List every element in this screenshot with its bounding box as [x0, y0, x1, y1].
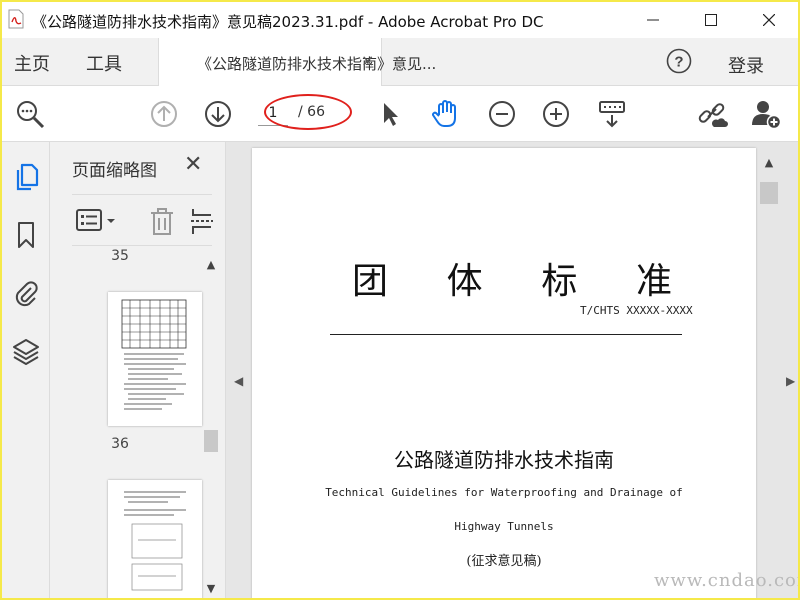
link-cloud-icon: [698, 103, 728, 127]
layers-button[interactable]: [12, 336, 40, 366]
document-scroll-thumb[interactable]: [760, 182, 778, 204]
svg-text:?: ?: [674, 54, 683, 71]
select-tool-button[interactable]: [374, 98, 406, 130]
keyboard-down-icon: [599, 101, 625, 128]
previous-page-button[interactable]: [148, 98, 180, 130]
arrow-up-circle-icon: [151, 101, 177, 127]
thumbnail-page-number: 35: [111, 248, 129, 264]
highlight-ellipse: [264, 94, 352, 130]
zoom-out-button[interactable]: [486, 98, 518, 130]
collapse-left-panel-icon[interactable]: ◀: [234, 374, 243, 388]
menu-home[interactable]: 主页: [14, 50, 50, 76]
standard-title-char: 体: [446, 261, 483, 302]
page-thumbnails-button[interactable]: [12, 162, 40, 192]
add-user-button[interactable]: [750, 98, 782, 130]
bookmarks-button[interactable]: [12, 220, 40, 250]
menu-bar: 主页 工具 《公路隧道防排水技术指南》意见... × ? 登录: [2, 38, 798, 86]
doc-scroll-up-arrow-icon[interactable]: ▲: [762, 156, 776, 170]
document-title-en-line2: Highway Tunnels: [454, 520, 554, 533]
trash-icon[interactable]: [148, 207, 176, 237]
minimize-icon: [647, 19, 659, 21]
standard-title-char: 准: [635, 261, 672, 302]
layers-icon: [13, 339, 39, 365]
thumbnails-panel-title: 页面缩略图: [72, 161, 157, 181]
standard-title-char: 标: [541, 261, 578, 302]
thumbnails-scroll-thumb[interactable]: [204, 430, 218, 452]
hand-icon: [432, 100, 456, 127]
thumbnail-content: [121, 299, 187, 410]
window-title: 《公路隧道防排水技术指南》意见稿2023.31.pdf - Adobe Acro…: [32, 13, 544, 31]
login-button[interactable]: 登录: [728, 52, 764, 78]
copy-pages-icon: [16, 163, 39, 191]
maximize-button[interactable]: [688, 2, 734, 38]
thumbnail-page-36[interactable]: [108, 292, 202, 426]
divider-line: [330, 334, 682, 335]
share-link-button[interactable]: [696, 98, 728, 130]
insert-page-icon[interactable]: [190, 207, 214, 237]
document-tab-close-button[interactable]: ×: [361, 51, 374, 70]
thumbnails-scrollbar[interactable]: ▲ ▼: [202, 254, 220, 596]
page-display-button[interactable]: [596, 98, 628, 130]
zoom-search-button[interactable]: [14, 98, 46, 130]
acrobat-pdf-icon: [8, 9, 24, 29]
left-tool-rail: [2, 142, 50, 598]
standard-title: 团 体 标 准: [352, 252, 672, 304]
close-window-button[interactable]: [746, 2, 792, 38]
acrobat-window: 《公路隧道防排水技术指南》意见稿2023.31.pdf - Adobe Acro…: [2, 2, 798, 598]
thumbnails-panel: 页面缩略图 ✕ 35 36 ▲ ▼: [50, 142, 226, 598]
add-user-icon: [752, 101, 782, 130]
thumbnail-options-icon[interactable]: [76, 209, 120, 233]
attachments-button[interactable]: [12, 278, 40, 308]
help-icon[interactable]: ?: [666, 48, 692, 74]
hand-tool-button[interactable]: [430, 98, 462, 130]
next-page-button[interactable]: [202, 98, 234, 130]
pdf-page: 团 体 标 准 T/CHTS XXXXX-XXXX 公路隧道防排水技术指南 Te…: [252, 148, 756, 598]
toolbar: 1 / 66: [2, 86, 798, 142]
minus-circle-icon: [489, 101, 515, 127]
zoom-in-button[interactable]: [540, 98, 572, 130]
thumbnails-close-button[interactable]: ✕: [184, 152, 202, 177]
cursor-arrow-icon: [384, 103, 398, 126]
minimize-button[interactable]: [630, 2, 676, 38]
thumbnails-list: 35 36: [50, 248, 226, 598]
draft-note: (征求意见稿): [466, 554, 542, 569]
arrow-down-circle-icon: [205, 101, 231, 127]
thumbnail-content: [124, 491, 186, 591]
thumbnail-page-number: 36: [111, 436, 129, 452]
maximize-icon: [705, 14, 717, 26]
paperclip-icon: [15, 281, 38, 307]
document-title-cn: 公路隧道防排水技术指南: [394, 448, 614, 472]
scroll-up-arrow-icon[interactable]: ▲: [204, 258, 218, 272]
bookmark-icon: [18, 222, 34, 248]
document-viewer: ◀ 团 体 标 准 T/CHTS XXXXX-XXXX 公路隧道防排水技术指南 …: [226, 142, 798, 598]
document-tab[interactable]: 《公路隧道防排水技术指南》意见... ×: [158, 38, 436, 86]
close-icon: [763, 14, 775, 26]
document-scrollbar[interactable]: ▲: [758, 152, 780, 598]
magnifier-icon: [17, 101, 45, 129]
standard-title-char: 团: [352, 261, 389, 302]
thumbnail-page-37[interactable]: [108, 480, 202, 598]
menu-tools[interactable]: 工具: [86, 50, 122, 76]
title-bar: 《公路隧道防排水技术指南》意见稿2023.31.pdf - Adobe Acro…: [2, 2, 798, 38]
scroll-down-arrow-icon[interactable]: ▼: [204, 582, 218, 596]
thumbnails-toolbar: [72, 194, 214, 246]
plus-circle-icon: [543, 101, 569, 127]
document-title-en-line1: Technical Guidelines for Waterproofing a…: [325, 486, 683, 499]
standard-code: T/CHTS XXXXX-XXXX: [580, 304, 693, 317]
document-tab-label: 《公路隧道防排水技术指南》意见...: [197, 55, 437, 73]
collapse-right-panel-icon[interactable]: ▶: [786, 374, 795, 388]
site-watermark: www.cndao.com: [654, 570, 798, 591]
